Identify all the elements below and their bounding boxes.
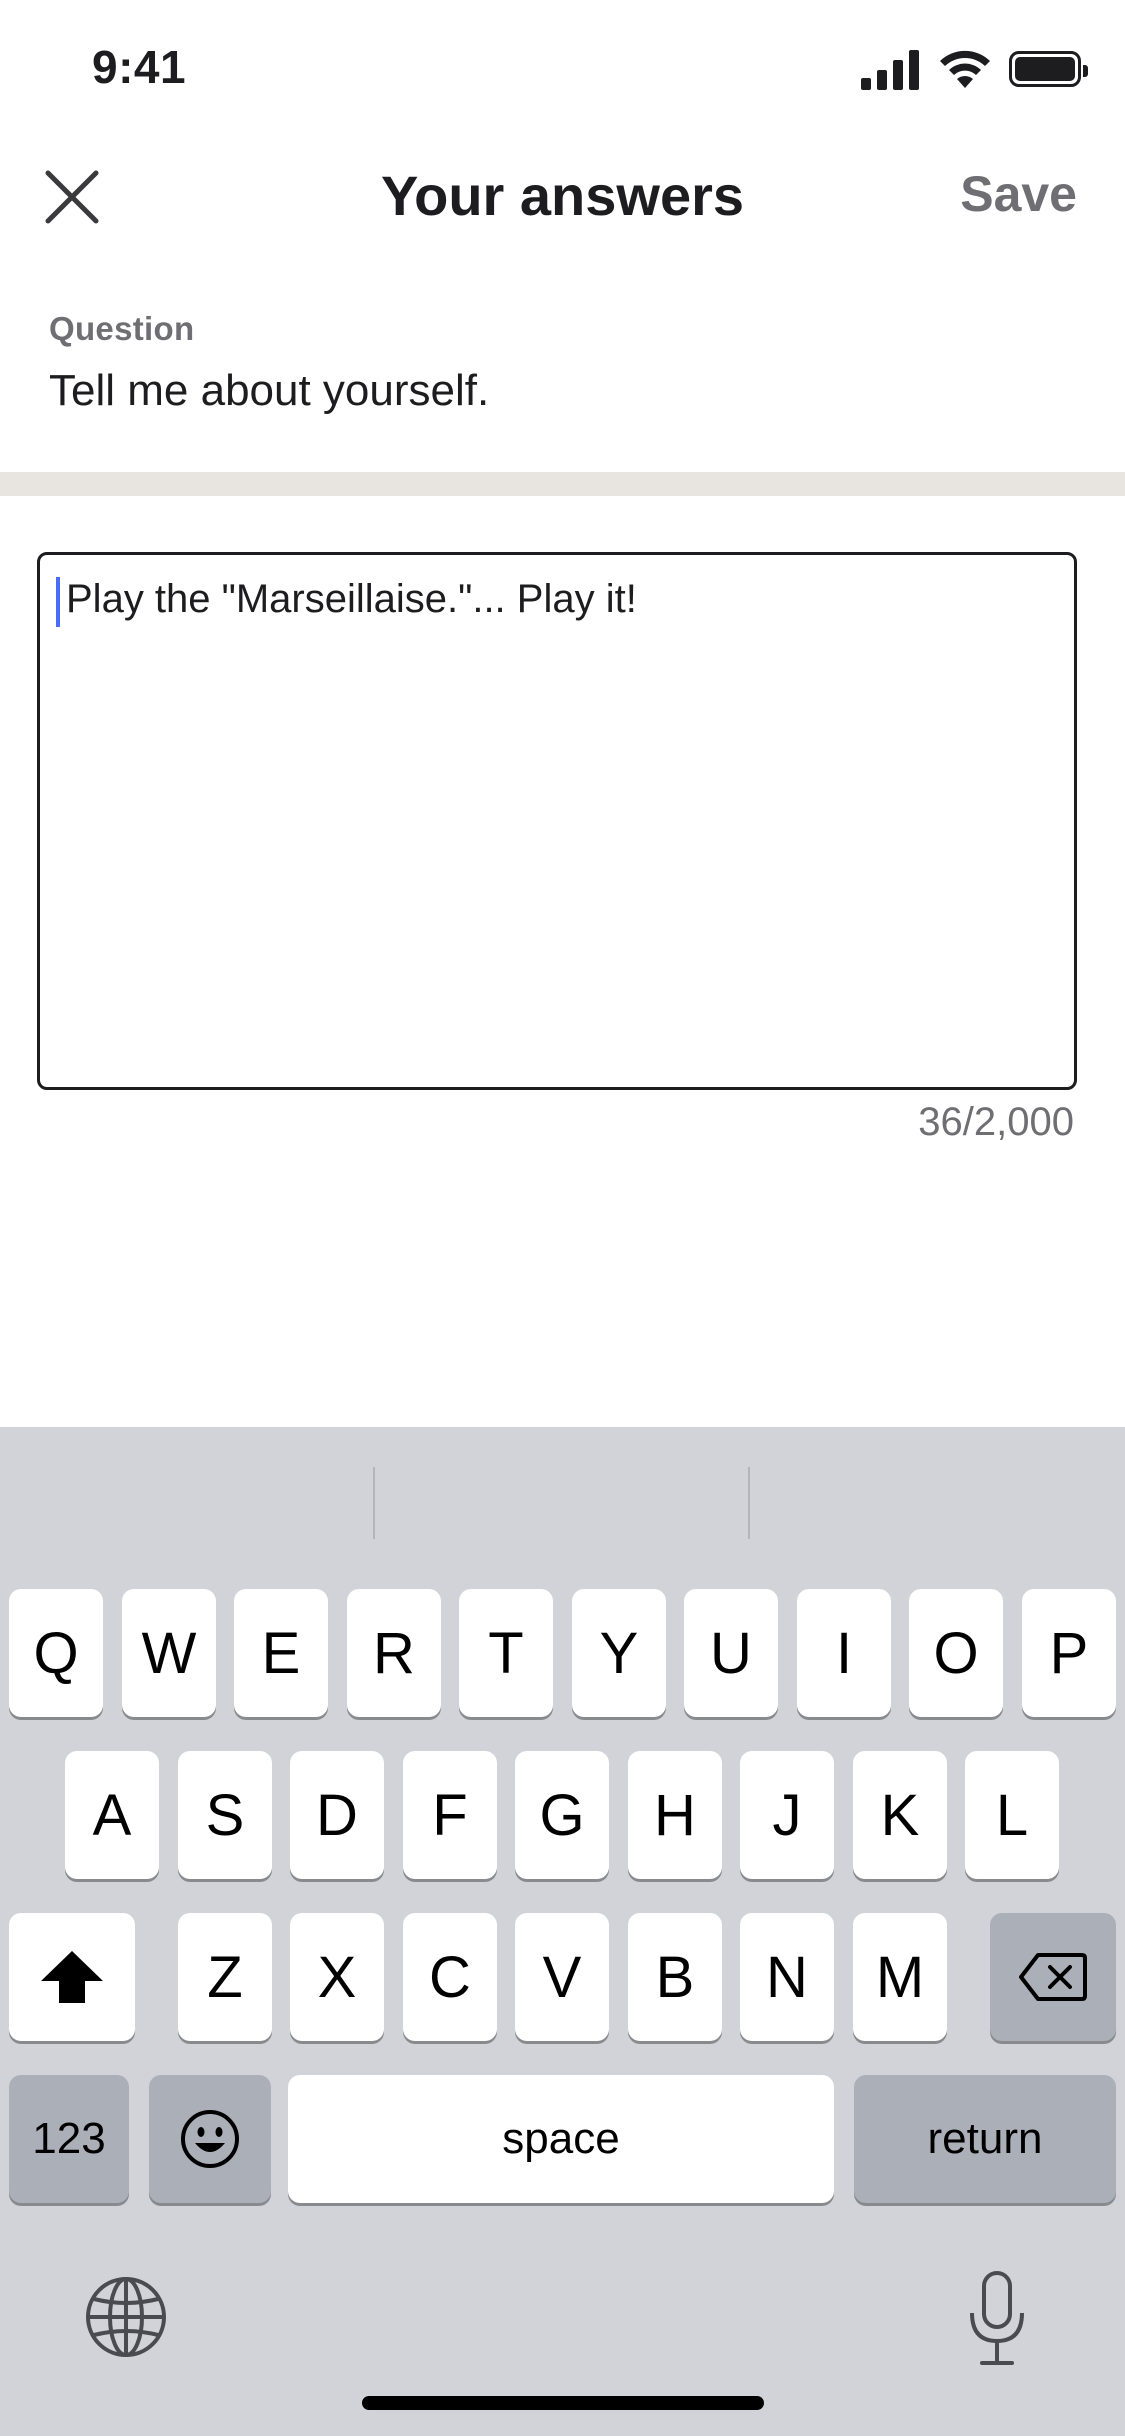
key-l[interactable]: L (965, 1751, 1059, 1879)
question-section: Question Tell me about yourself. (49, 310, 1079, 416)
key-a[interactable]: A (65, 1751, 159, 1879)
key-m[interactable]: M (853, 1913, 947, 2041)
key-j[interactable]: J (740, 1751, 834, 1879)
cellular-signal-icon (861, 48, 925, 90)
key-z[interactable]: Z (178, 1913, 272, 2041)
status-icons (861, 48, 1088, 92)
key-w[interactable]: W (122, 1589, 216, 1717)
emoji-key[interactable] (149, 2075, 271, 2203)
status-time: 9:41 (92, 41, 187, 93)
key-p[interactable]: P (1022, 1589, 1116, 1717)
page-title: Your answers (380, 164, 745, 227)
key-q[interactable]: Q (9, 1589, 103, 1717)
backspace-icon (1019, 1953, 1087, 2001)
close-icon (45, 170, 99, 224)
on-screen-keyboard: Q W E R T Y U I O P A S D F G H J K L Z … (0, 1427, 1125, 2436)
question-text: Tell me about yourself. (49, 366, 490, 415)
key-v[interactable]: V (515, 1913, 609, 2041)
answer-text-value: Play the "Marseillaise."... Play it! (66, 577, 637, 621)
key-k[interactable]: K (853, 1751, 947, 1879)
key-c[interactable]: C (403, 1913, 497, 2041)
section-divider (0, 472, 1125, 496)
key-g[interactable]: G (515, 1751, 609, 1879)
key-h[interactable]: H (628, 1751, 722, 1879)
text-caret (56, 577, 60, 627)
shift-key[interactable] (9, 1913, 135, 2041)
key-o[interactable]: O (909, 1589, 1003, 1717)
key-x[interactable]: X (290, 1913, 384, 2041)
key-u[interactable]: U (684, 1589, 778, 1717)
save-button[interactable]: Save (960, 165, 1077, 223)
key-d[interactable]: D (290, 1751, 384, 1879)
space-key[interactable]: space (288, 2075, 834, 2203)
answer-editor-screen: 9:41 Your answers Save Question Tell me … (0, 0, 1125, 2436)
globe-icon[interactable] (84, 2275, 168, 2359)
close-button[interactable] (32, 157, 112, 237)
battery-icon (1009, 51, 1088, 87)
question-label: Question (49, 310, 195, 347)
navigation-bar: Your answers Save (0, 135, 1125, 265)
numbers-key[interactable]: 123 (9, 2075, 129, 2203)
suggestion-divider (373, 1467, 375, 1539)
home-indicator[interactable] (362, 2396, 764, 2410)
status-bar: 9:41 (0, 0, 1125, 135)
key-f[interactable]: F (403, 1751, 497, 1879)
answer-text-content: Play the "Marseillaise."... Play it! (56, 573, 1052, 627)
character-counter: 36/2,000 (918, 1100, 1074, 1144)
key-n[interactable]: N (740, 1913, 834, 2041)
return-key[interactable]: return (854, 2075, 1116, 2203)
delete-key[interactable] (990, 1913, 1116, 2041)
answer-textarea[interactable]: Play the "Marseillaise."... Play it! (37, 552, 1077, 1090)
emoji-icon (181, 2110, 239, 2168)
wifi-icon (940, 50, 990, 88)
shift-arrow-icon (41, 1951, 103, 2003)
key-r[interactable]: R (347, 1589, 441, 1717)
key-i[interactable]: I (797, 1589, 891, 1717)
key-t[interactable]: T (459, 1589, 553, 1717)
key-b[interactable]: B (628, 1913, 722, 2041)
key-s[interactable]: S (178, 1751, 272, 1879)
microphone-icon[interactable] (962, 2269, 1032, 2369)
key-y[interactable]: Y (572, 1589, 666, 1717)
suggestion-divider (748, 1467, 750, 1539)
key-e[interactable]: E (234, 1589, 328, 1717)
